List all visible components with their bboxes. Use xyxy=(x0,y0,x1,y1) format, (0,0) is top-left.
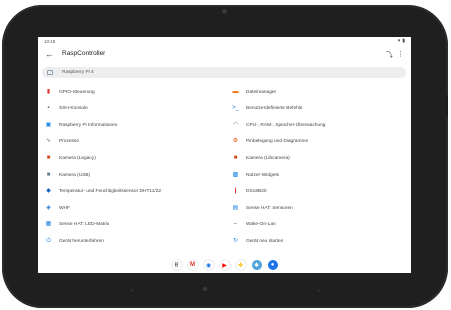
back-arrow-icon[interactable]: ← xyxy=(45,49,54,59)
menu-item[interactable]: ■ Kamera (USB) xyxy=(45,170,91,180)
device-selector[interactable]: Raspberry Pi 4 xyxy=(42,67,406,78)
menu-item[interactable]: ▩ Nutzer-Widgets xyxy=(232,170,279,180)
menu-item-label: Pinbelegung und Diagramme xyxy=(246,139,309,145)
activity-icon: ∿ xyxy=(45,138,52,145)
menu-item[interactable]: ▤ Sense HAT: Sensoren xyxy=(232,203,293,213)
menu-item-label: Kamera (Libcamera) xyxy=(246,155,290,161)
raspcontroller-icon[interactable]: ✱ xyxy=(251,260,262,270)
device-icon xyxy=(47,70,53,75)
status-icons: ▾ ▮ xyxy=(398,38,405,44)
menu-item-label: Prozesse xyxy=(59,139,79,145)
volume-button xyxy=(446,95,448,117)
status-bar: 10:18 ▾ ▮ xyxy=(38,37,411,46)
menu-item-label: GPIO-Steuerung xyxy=(59,89,95,95)
menu-item-label: Kamera (Legacy) xyxy=(59,155,96,161)
front-camera xyxy=(222,9,227,14)
app-bar: ← RaspController ⤵ ⋮ xyxy=(38,46,411,64)
menu-item-label: CPU-, RAM-, Speicher-Überwachung xyxy=(246,122,326,128)
wifi-icon: ▾ xyxy=(397,38,401,44)
led-matrix-icon: ▦ xyxy=(45,221,52,228)
chrome-icon[interactable]: ◉ xyxy=(203,260,214,270)
menu-item-label: Gerät herunterfahren xyxy=(59,238,104,244)
wake-icon: ⇔ xyxy=(232,221,239,228)
gauge-icon: ◠ xyxy=(232,121,239,128)
menu-item-label: Benutzerdefinierte Befehle xyxy=(246,106,303,112)
menu-item[interactable]: ⇔ Wake-On-Lan xyxy=(232,220,276,230)
menu-item-label: Kamera (USB) xyxy=(59,172,91,178)
terminal-icon: ▪ xyxy=(47,105,50,112)
sensor-icon: ◆ xyxy=(46,188,51,195)
hardware-home-dot xyxy=(203,287,207,291)
rf-icon: ◈ xyxy=(46,204,51,211)
widgets-icon: ▩ xyxy=(232,171,239,178)
menu-item[interactable]: ❙ DS18B20 xyxy=(232,187,267,197)
menu-item-label: Temperatur- und Feuchtigkeitssensor DHT1… xyxy=(59,189,162,195)
pinout-icon: ⚙ xyxy=(232,138,239,145)
menu-item[interactable]: ◆ Temperatur- und Feuchtigkeitssensor DHT… xyxy=(45,187,161,197)
clock: 10:18 xyxy=(44,39,56,44)
menu-item-label: DS18B20 xyxy=(246,189,267,195)
menu-item-label: Raspberry Pi Informationen xyxy=(59,122,118,128)
info-icon: ▣ xyxy=(45,121,52,128)
menu-item[interactable]: ↻ Gerät neu starten xyxy=(232,236,283,246)
menu-item[interactable]: ∿ Prozesse xyxy=(45,137,79,147)
menu-item-label: SSH-Konsole xyxy=(59,106,88,112)
overflow-menu-icon[interactable]: ⋮ xyxy=(397,50,404,58)
sense-hat-icon: ▤ xyxy=(232,204,239,211)
camera-icon: ■ xyxy=(233,154,238,161)
menu-item[interactable]: ▪ SSH-Konsole xyxy=(45,104,88,114)
folder-icon: ▬ xyxy=(232,88,239,95)
battery-icon: ▮ xyxy=(402,38,405,44)
menu-item-label: Nutzer-Widgets xyxy=(246,172,280,178)
device-selector-label: Raspberry Pi 4 xyxy=(62,69,94,75)
gpio-icon: ▮ xyxy=(46,88,51,95)
menu-item[interactable]: ⏻ Gerät herunterfahren xyxy=(45,236,104,246)
speaker-dot-left xyxy=(130,289,133,292)
webcam-icon: ■ xyxy=(46,171,51,178)
menu-item[interactable]: ◠ CPU-, RAM-, Speicher-Überwachung xyxy=(232,120,326,130)
menu-item[interactable]: ◈ WHF xyxy=(45,203,70,213)
menu-item[interactable]: ▮ GPIO-Steuerung xyxy=(45,87,95,97)
gmail-icon[interactable]: M xyxy=(187,260,198,270)
menu-item[interactable]: ■ Kamera (Legacy) xyxy=(45,153,96,163)
menu-item-label: Sense HAT: Sensoren xyxy=(246,205,293,211)
camera-icon: ■ xyxy=(46,154,51,161)
restart-icon: ↻ xyxy=(232,237,239,244)
messages-icon[interactable]: ● xyxy=(267,260,278,270)
menu-item[interactable]: ▣ Raspberry Pi Informationen xyxy=(45,120,118,130)
thermometer-icon: ❙ xyxy=(232,188,239,195)
menu-item[interactable]: ▦ Sense HAT: LED-Matrix xyxy=(45,220,110,230)
youtube-icon[interactable]: ▶ xyxy=(219,260,230,270)
menu-item-label: Wake-On-Lan xyxy=(246,222,276,228)
menu-item-label: Sense HAT: LED-Matrix xyxy=(59,222,110,228)
menu-item[interactable]: ⚙ Pinbelegung und Diagramme xyxy=(232,137,308,147)
app-screen: 10:18 ▾ ▮ ← RaspController ⤵ ⋮ Raspberry… xyxy=(38,37,411,273)
menu-item-label: Gerät neu starten xyxy=(246,238,284,244)
page-title: RaspController xyxy=(62,50,106,57)
menu-item[interactable]: ■ Kamera (Libcamera) xyxy=(232,153,290,163)
menu-item[interactable]: ▬ Dateimanager xyxy=(232,87,277,97)
photos-icon[interactable]: ✤ xyxy=(235,260,246,270)
sort-icon[interactable]: ⤵ xyxy=(386,50,393,60)
apps-grid-icon[interactable]: ⠿ xyxy=(171,260,182,270)
menu-item-label: Dateimanager xyxy=(246,89,277,95)
speaker-dot-right xyxy=(317,289,320,292)
menu-item[interactable]: >_ Benutzerdefinierte Befehle xyxy=(232,104,303,114)
taskbar-dock: ⠿ M ◉ ▶ ✤ ✱ ● xyxy=(38,257,411,273)
power-icon: ⏻ xyxy=(46,237,51,244)
menu-item-label: WHF xyxy=(59,205,70,211)
command-icon: >_ xyxy=(232,105,239,112)
